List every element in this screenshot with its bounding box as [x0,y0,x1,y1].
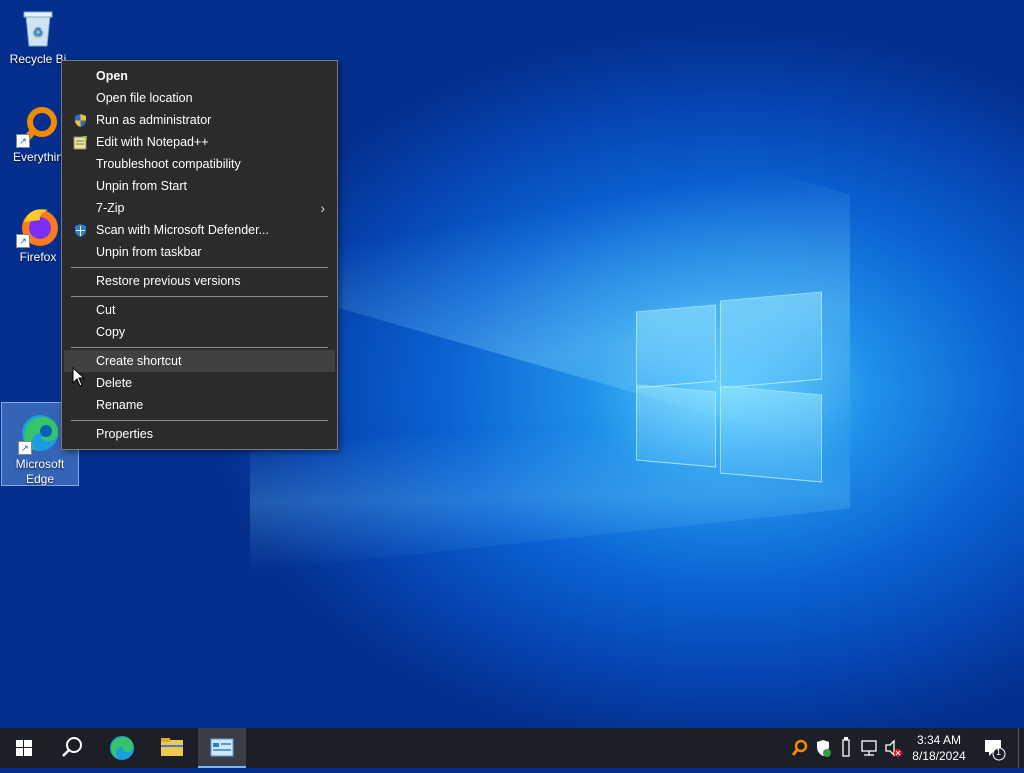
menu-item-label: Unpin from Start [96,179,188,193]
recycle-bin-icon: ♻ [16,6,60,50]
menu-item-label: Edit with Notepad++ [96,135,209,149]
tray-everything[interactable] [788,728,810,768]
menu-item-cut[interactable]: Cut [64,299,335,321]
everything-icon [791,739,808,756]
volume-muted-icon [885,739,902,757]
menu-item-rename[interactable]: Rename [64,394,335,416]
action-center-button[interactable]: 1 [978,728,1008,768]
menu-item-label: Open [96,69,128,83]
menu-separator [71,420,328,421]
submenu-chevron-right-icon: › [320,200,325,216]
menu-item-label: Run as administrator [96,113,212,127]
tray-defender[interactable] [812,728,834,768]
menu-item-label: Properties [96,427,153,441]
desktop-icon-label: Firefox [19,250,57,264]
menu-item-label: Open file location [96,91,193,105]
notification-count-badge: 1 [996,747,1002,757]
search-icon [62,737,82,757]
menu-item-unpin-from-start[interactable]: Unpin from Start [64,175,335,197]
taskbar-edge-button[interactable] [98,728,146,768]
menu-item-open-file-location[interactable]: Open file location [64,87,335,109]
menu-item-label: Create shortcut [96,354,182,368]
search-button[interactable] [48,728,96,768]
start-icon [16,740,32,756]
file-explorer-icon [161,738,183,756]
desktop-icon-label: Recycle Bi [9,52,67,66]
menu-separator [71,267,328,268]
menu-item-open[interactable]: Open [64,65,335,87]
start-button[interactable] [0,728,48,768]
defender-shield-icon [73,223,88,238]
notepad-plus-plus-icon [73,135,88,150]
menu-item-label: Scan with Microsoft Defender... [96,223,269,237]
taskbar-clock[interactable]: 3:34 AM 8/18/2024 [904,732,974,764]
context-menu: Open Open file location Run as administr… [61,60,338,450]
firefox-icon: ↗ [16,204,60,248]
menu-item-label: Rename [96,398,144,412]
tray-volume[interactable] [882,728,904,768]
uac-shield-icon [73,113,88,128]
menu-item-restore-previous-versions[interactable]: Restore previous versions [64,270,335,292]
everything-search-icon: ↗ [16,104,60,148]
tray-network[interactable] [858,728,880,768]
menu-item-create-shortcut[interactable]: Create shortcut [64,350,335,372]
shortcut-arrow-icon: ↗ [18,441,32,455]
edge-icon: ↗ [18,411,62,455]
notification-icon [985,740,1006,761]
clock-date: 8/18/2024 [912,749,966,763]
menu-item-7-zip[interactable]: 7-Zip › [64,197,335,219]
taskbar-control-panel-button[interactable] [198,728,246,768]
menu-item-label: Delete [96,376,133,390]
menu-item-properties[interactable]: Properties [64,423,335,445]
menu-separator [71,347,328,348]
menu-item-unpin-from-taskbar[interactable]: Unpin from taskbar [64,241,335,263]
shortcut-arrow-icon: ↗ [16,134,30,148]
desktop-icon-label: Microsoft Edge [15,457,65,486]
menu-item-troubleshoot-compatibility[interactable]: Troubleshoot compatibility [64,153,335,175]
tray-usb[interactable] [836,728,856,768]
menu-item-run-as-administrator[interactable]: Run as administrator [64,109,335,131]
windows-wallpaper-logo [636,290,822,483]
menu-item-label: Copy [96,325,126,339]
taskbar-file-explorer-button[interactable] [148,728,196,768]
menu-item-copy[interactable]: Copy [64,321,335,343]
menu-item-label: Troubleshoot compatibility [96,157,241,171]
menu-item-label: Cut [96,303,116,317]
svg-text:♻: ♻ [33,25,44,39]
menu-item-label: Restore previous versions [96,274,241,288]
menu-separator [71,296,328,297]
menu-item-label: 7-Zip [96,201,125,215]
edge-icon [110,736,134,760]
menu-item-label: Unpin from taskbar [96,245,202,259]
menu-item-delete[interactable]: Delete [64,372,335,394]
desktop-icon-label: Everythin [12,150,64,164]
menu-item-edit-with-notepad-plus-plus[interactable]: Edit with Notepad++ [64,131,335,153]
taskbar: 3:34 AM 8/18/2024 1 [0,728,1024,768]
usb-icon [842,737,850,757]
show-desktop-button[interactable] [1018,728,1024,768]
shortcut-arrow-icon: ↗ [16,234,30,248]
clock-time: 3:34 AM [916,733,962,747]
control-panel-icon [210,738,234,757]
defender-icon [817,740,831,757]
network-icon [861,740,877,756]
desktop-icon-recycle-bin[interactable]: ♻ Recycle Bi [0,6,76,67]
menu-item-scan-with-microsoft-defender[interactable]: Scan with Microsoft Defender... [64,219,335,241]
